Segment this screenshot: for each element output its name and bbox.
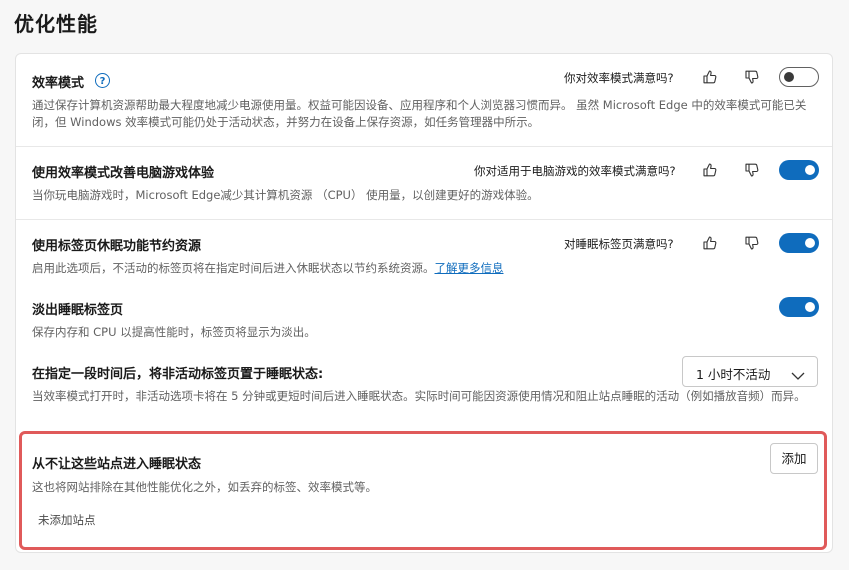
thumbs-up-icon[interactable] xyxy=(700,233,720,253)
gaming-feedback-question: 你对适用于电脑游戏的效率模式满意吗? xyxy=(474,164,676,178)
thumbs-down-icon[interactable] xyxy=(742,160,762,180)
gaming-mode-title: 使用效率模式改善电脑游戏体验 xyxy=(32,166,215,181)
sleep-timeout-title: 在指定一段时间后，将非活动标签页置于睡眠状态: xyxy=(32,367,324,382)
gaming-mode-description: 当你玩电脑游戏时，Microsoft Edge减少其计算机资源 （CPU） 使用… xyxy=(32,188,539,202)
thumbs-up-icon[interactable] xyxy=(700,160,720,180)
chevron-down-icon xyxy=(791,366,805,385)
no-sites-added-text: 未添加站点 xyxy=(38,513,96,527)
thumbs-down-icon[interactable] xyxy=(742,233,762,253)
thumbs-down-icon[interactable] xyxy=(742,67,762,87)
sleep-timeout-value: 1 小时不活动 xyxy=(696,367,771,382)
question-circle-icon[interactable]: ? xyxy=(95,73,110,88)
sleeping-feedback-question: 对睡眠标签页满意吗? xyxy=(564,237,674,251)
divider xyxy=(16,146,832,147)
sleeping-tabs-toggle[interactable] xyxy=(779,233,819,253)
sleep-timeout-description: 当效率模式打开时，非活动选项卡将在 5 分钟或更短时间后进入睡眠状态。实际时间可… xyxy=(32,389,806,403)
fade-tabs-title: 淡出睡眠标签页 xyxy=(32,303,124,318)
efficiency-mode-toggle[interactable] xyxy=(779,67,819,87)
sleep-timeout-select[interactable]: 1 小时不活动 xyxy=(682,356,818,387)
fade-tabs-toggle[interactable] xyxy=(779,297,819,317)
gaming-mode-toggle[interactable] xyxy=(779,160,819,180)
efficiency-mode-description: 通过保存计算机资源帮助最大程度地减少电源使用量。权益可能因设备、应用程序和个人浏… xyxy=(32,98,807,129)
never-sleep-description: 这也将网站排除在其他性能优化之外，如丢弃的标签、效率模式等。 xyxy=(32,480,377,494)
efficiency-feedback-question: 你对效率模式满意吗? xyxy=(564,71,674,85)
sleeping-tabs-description-text: 启用此选项后，不活动的标签页将在指定时间后进入休眠状态以节约系统资源。 xyxy=(32,261,435,275)
divider xyxy=(16,219,832,220)
sleeping-tabs-title: 使用标签页休眠功能节约资源 xyxy=(32,239,202,254)
add-site-button[interactable]: 添加 xyxy=(770,443,818,474)
learn-more-link[interactable]: 了解更多信息 xyxy=(435,261,504,275)
efficiency-mode-title: 效率模式 xyxy=(32,76,85,91)
never-sleep-title: 从不让这些站点进入睡眠状态 xyxy=(32,457,202,472)
page-title: 优化性能 xyxy=(14,12,98,36)
thumbs-up-icon[interactable] xyxy=(700,67,720,87)
settings-card: 效率模式 ? 你对效率模式满意吗? 通过保存计算机资源帮助最大程度地减少电源使用… xyxy=(15,53,833,553)
fade-tabs-description: 保存内存和 CPU 以提高性能时，标签页将显示为淡出。 xyxy=(32,325,316,339)
sleeping-tabs-description: 启用此选项后，不活动的标签页将在指定时间后进入休眠状态以节约系统资源。了解更多信… xyxy=(32,260,816,277)
